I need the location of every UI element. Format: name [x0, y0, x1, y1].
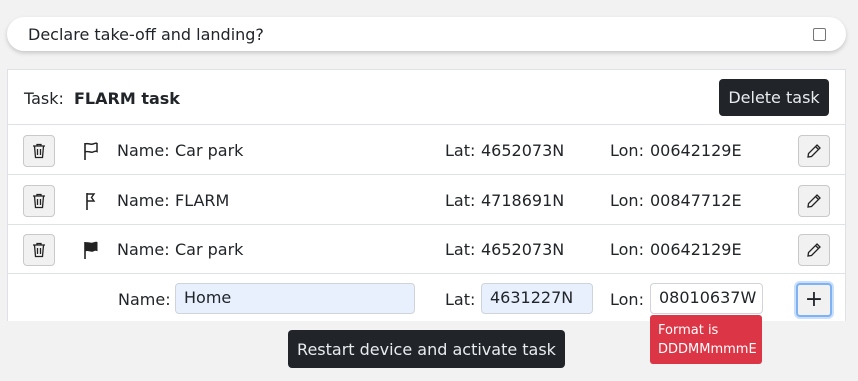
name-label: Name:: [117, 191, 170, 210]
lon-format-error-tooltip: Format is DDDMMmmmE: [650, 315, 762, 364]
trash-icon: [33, 242, 45, 258]
lon-label: Lon:: [610, 240, 644, 259]
edit-waypoint-button[interactable]: [798, 135, 830, 167]
task-label: Task:: [24, 89, 64, 108]
waypoint-lat: 4652073N: [481, 240, 565, 259]
waypoint-row: Name: FLARM Lat: 4718691N Lon: 00847712E: [8, 176, 845, 225]
new-waypoint-name-input[interactable]: Home: [175, 283, 415, 314]
edit-waypoint-button[interactable]: [798, 234, 830, 266]
pencil-icon: [807, 194, 821, 208]
waypoint-lon: 00642129E: [650, 240, 742, 259]
start-flag-icon: [84, 142, 98, 160]
lon-label: Lon:: [610, 191, 644, 210]
name-label: Name:: [117, 240, 170, 259]
delete-waypoint-button[interactable]: [23, 234, 55, 266]
lon-label: Lon:: [610, 141, 644, 160]
turnpoint-flag-icon: [86, 193, 96, 210]
waypoint-name: Car park: [175, 141, 244, 160]
new-waypoint-lat-input[interactable]: 4631227N: [481, 283, 593, 314]
task-name: FLARM task: [74, 89, 180, 108]
delete-waypoint-button[interactable]: [23, 185, 55, 217]
edit-waypoint-button[interactable]: [798, 185, 830, 217]
name-label: Name:: [117, 141, 170, 160]
name-label: Name:: [118, 290, 171, 309]
task-header: Task: FLARM task Delete task: [8, 70, 845, 125]
add-waypoint-button[interactable]: +: [796, 283, 832, 317]
waypoint-row: Name: Car park Lat: 4652073N Lon: 006421…: [8, 225, 845, 274]
waypoint-row: Name: Car park Lat: 4652073N Lon: 006421…: [8, 126, 845, 175]
finish-flag-icon: [84, 241, 98, 259]
new-waypoint-lon-input[interactable]: 08010637W: [650, 283, 763, 314]
task-card: Task: FLARM task Delete task Name: Car p…: [7, 69, 846, 321]
lat-label: Lat:: [445, 191, 476, 210]
waypoint-name: FLARM: [175, 191, 230, 210]
waypoint-lat: 4718691N: [481, 191, 565, 210]
lon-label: Lon:: [610, 290, 644, 309]
pencil-icon: [807, 144, 821, 158]
waypoint-lon: 00642129E: [650, 141, 742, 160]
waypoint-lat: 4652073N: [481, 141, 565, 160]
restart-activate-button[interactable]: Restart device and activate task: [288, 330, 565, 368]
lat-label: Lat:: [445, 240, 476, 259]
declare-checkbox[interactable]: [813, 28, 826, 41]
delete-task-button[interactable]: Delete task: [719, 79, 829, 116]
declare-takeoff-landing-row: Declare take-off and landing?: [7, 17, 846, 51]
delete-waypoint-button[interactable]: [23, 135, 55, 167]
waypoint-lon: 00847712E: [650, 191, 742, 210]
lat-label: Lat:: [445, 290, 476, 309]
declare-label: Declare take-off and landing?: [28, 25, 264, 44]
trash-icon: [33, 193, 45, 209]
trash-icon: [33, 143, 45, 159]
waypoint-name: Car park: [175, 240, 244, 259]
lat-label: Lat:: [445, 141, 476, 160]
pencil-icon: [807, 243, 821, 257]
